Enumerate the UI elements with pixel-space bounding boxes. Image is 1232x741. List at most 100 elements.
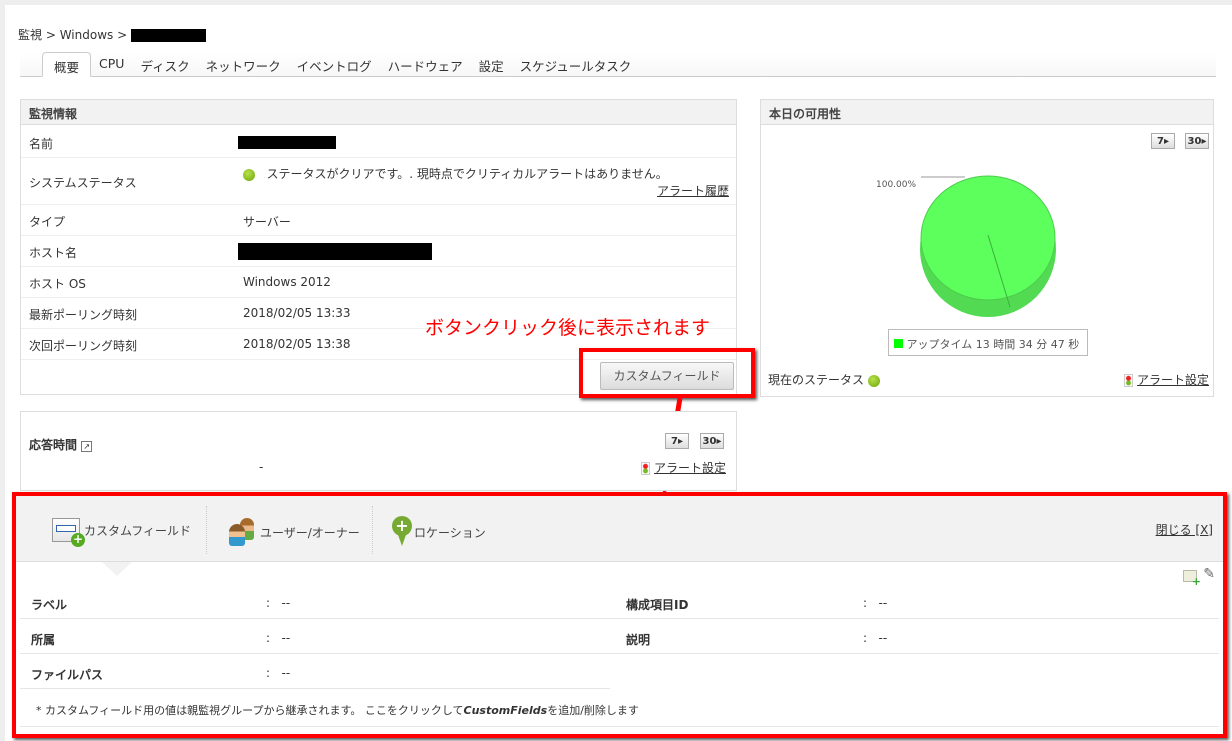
field-value: : -- — [266, 596, 290, 610]
note-emphasis[interactable]: CustomFields — [464, 704, 548, 717]
alert-settings-link[interactable]: アラート設定 — [654, 461, 726, 475]
current-status: 現在のステータス — [768, 371, 880, 388]
tab-label: ユーザー/オーナー — [260, 525, 360, 540]
field-key: ラベル — [31, 598, 68, 612]
divider — [20, 653, 1219, 654]
traffic-light-icon — [1124, 374, 1134, 387]
7-day-button[interactable]: 7▸ — [665, 433, 689, 449]
field-affiliation-row: 所属 — [31, 631, 55, 648]
legend-label: アップタイム 13 時間 34 分 47 秒 — [906, 338, 1080, 351]
btn-label: 7 — [1157, 136, 1164, 147]
row-system-status: システムステータス ステータスがクリアです。. 現時点でクリティカルアラートはあ… — [21, 158, 736, 205]
row-label: ホスト名 — [29, 246, 78, 260]
divider — [20, 688, 610, 689]
sep: : — [266, 666, 271, 680]
row-label: タイプ — [29, 215, 66, 229]
active-tab-pointer — [102, 562, 132, 576]
7-day-button[interactable]: 7▸ — [1151, 133, 1175, 149]
breadcrumb-sep: > — [42, 28, 60, 42]
custom-fields-note[interactable]: * カスタムフィールド用の値は親監視グループから継承されます。 ここをクリックし… — [36, 702, 639, 718]
value: -- — [281, 666, 291, 680]
row-type: タイプ サーバー — [21, 205, 736, 236]
row-value: 2018/02/05 13:33 — [243, 306, 351, 320]
field-value: : -- — [863, 596, 887, 610]
note-text: * カスタムフィールド用の値は親監視グループから継承されます。 ここをクリックし… — [36, 704, 464, 717]
row-host-os: ホスト OS Windows 2012 — [21, 267, 736, 298]
field-description-row: 説明 — [626, 631, 650, 648]
breadcrumb-section[interactable]: Windows — [60, 28, 114, 42]
30-day-button[interactable]: 30▸ — [1185, 133, 1209, 149]
field-value: : -- — [266, 631, 290, 645]
btn-label: 30 — [1187, 136, 1202, 147]
edit-pencil-icon[interactable]: ✎ — [1203, 566, 1215, 582]
breadcrumb-root[interactable]: 監視 — [18, 28, 42, 42]
custom-field-button[interactable]: カスタムフィールド — [600, 362, 734, 390]
legend-swatch — [894, 339, 903, 348]
field-value: : -- — [266, 666, 290, 680]
alert-history-link[interactable]: アラート履歴 — [657, 182, 729, 199]
breadcrumb: 監視 > Windows > — [18, 26, 206, 43]
custom-panel-toolbar: + カスタムフィールド ユーザー/オーナー + ロケーション 閉じる [X] — [16, 496, 1223, 562]
pie-legend: アップタイム 13 時間 34 分 47 秒 — [888, 329, 1088, 356]
sep: : — [266, 596, 271, 610]
response-title-text: 応答時間 — [29, 438, 78, 452]
field-ci-id-row: 構成項目ID — [626, 596, 688, 613]
location-tab[interactable]: + ロケーション — [392, 516, 486, 548]
custom-field-tab[interactable]: + カスタムフィールド — [52, 518, 192, 547]
close-link[interactable]: 閉じる [X] — [1156, 521, 1213, 538]
row-label: ホスト OS — [29, 277, 86, 291]
redacted-name — [130, 29, 206, 42]
divider — [20, 618, 1219, 619]
value: -- — [281, 596, 291, 610]
divider — [206, 506, 207, 554]
sep: : — [863, 631, 868, 645]
location-pin-icon: + — [392, 516, 412, 548]
panel-title: 本日の可用性 — [761, 100, 1213, 125]
status-text: ステータスがクリアです。. 現時点でクリティカルアラートはありません。 — [266, 167, 668, 181]
row-value: サーバー — [243, 215, 291, 229]
value: -- — [878, 596, 888, 610]
btn-label: 30 — [702, 436, 717, 447]
field-key: 説明 — [626, 633, 651, 647]
availability-panel: 本日の可用性 7▸ 30▸ 100.00% アップタイム 13 時間 34 分 … — [760, 99, 1214, 397]
tab-network[interactable]: ネットワーク — [198, 52, 289, 76]
tab-disk[interactable]: ディスク — [132, 52, 197, 76]
response-title: 応答時間 ↗ — [29, 436, 93, 453]
response-value: - — [259, 460, 264, 474]
row-value: 2018/02/05 13:38 — [243, 337, 351, 351]
pie-slice-uptime — [920, 175, 1056, 301]
alert-settings: アラート設定 — [641, 459, 726, 476]
tab-hardware[interactable]: ハードウェア — [380, 52, 471, 76]
divider — [372, 506, 373, 554]
field-label-row: ラベル — [31, 596, 67, 613]
row-label: システムステータス — [29, 176, 137, 190]
tab-cpu[interactable]: CPU — [91, 52, 132, 76]
divider — [20, 726, 1219, 727]
user-owner-tab[interactable]: ユーザー/オーナー — [228, 518, 360, 546]
tab-label: カスタムフィールド — [84, 523, 192, 538]
row-value: Windows 2012 — [243, 275, 331, 289]
30-day-button[interactable]: 30▸ — [700, 433, 724, 449]
field-key: 所属 — [31, 633, 56, 647]
custom-fields-panel: + カスタムフィールド ユーザー/オーナー + ロケーション 閉じる [X] +… — [12, 492, 1227, 738]
tab-bar: 概要 CPU ディスク ネットワーク イベントログ ハードウェア 設定 スケジュ… — [20, 52, 1216, 77]
status-value: ステータスがクリアです。. 現時点でクリティカルアラートはありません。 — [243, 165, 668, 182]
alert-settings: アラート設定 — [1124, 371, 1209, 388]
tab-settings[interactable]: 設定 — [471, 52, 512, 76]
response-time-panel: 応答時間 ↗ - 7▸ 30▸ アラート設定 — [20, 411, 737, 491]
external-link-icon[interactable]: ↗ — [81, 441, 93, 452]
note-text: を追加/削除します — [547, 704, 639, 717]
value: -- — [281, 631, 291, 645]
value: -- — [878, 631, 888, 645]
redacted-value — [238, 243, 432, 260]
alert-settings-link[interactable]: アラート設定 — [1137, 373, 1209, 387]
row-label: 次回ポーリング時刻 — [29, 339, 138, 353]
custom-field-icon: + — [52, 518, 85, 547]
panel-title: 監視情報 — [21, 100, 736, 125]
tab-eventlog[interactable]: イベントログ — [289, 52, 380, 76]
tab-scheduled-tasks[interactable]: スケジュールタスク — [512, 52, 640, 76]
breadcrumb-sep: > — [113, 28, 131, 42]
tab-overview[interactable]: 概要 — [42, 52, 92, 77]
add-field-icon[interactable]: + — [1183, 570, 1201, 587]
row-label: 最新ポーリング時刻 — [29, 308, 138, 322]
